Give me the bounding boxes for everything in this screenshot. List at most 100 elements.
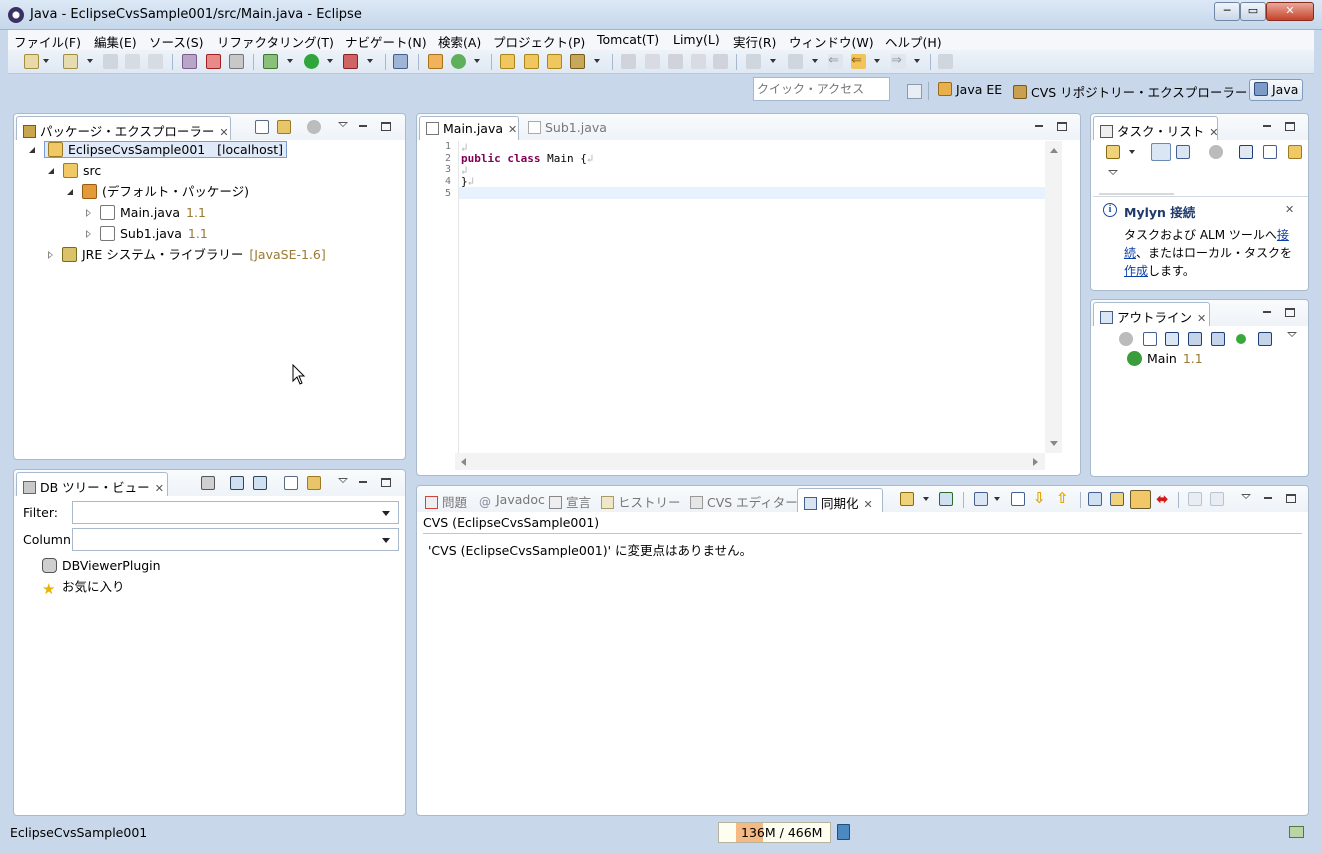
open-type-icon[interactable] — [500, 54, 515, 69]
block-selection-icon[interactable] — [668, 54, 683, 69]
highlight-icon[interactable] — [645, 54, 660, 69]
maximize-view-button[interactable] — [1285, 308, 1295, 317]
menu-refactor[interactable]: リファクタリング(T) — [217, 32, 334, 51]
menu-limy[interactable]: Limy(L) — [673, 32, 720, 47]
incoming-outgoing-mode-icon[interactable] — [1130, 490, 1151, 509]
minimize-view-button[interactable] — [357, 476, 369, 488]
external-tools-icon[interactable] — [343, 54, 358, 69]
collapse-icon[interactable] — [86, 209, 92, 217]
last-edit-icon[interactable]: ⇐ — [828, 54, 843, 69]
new-task-dropdown-icon[interactable] — [1129, 150, 1135, 154]
next-change-icon[interactable]: ⇩ — [1033, 489, 1046, 507]
minimize-button[interactable]: ─ — [1214, 2, 1240, 21]
previous-change-icon[interactable]: ⇧ — [1056, 489, 1069, 507]
menu-project[interactable]: プロジェクト(P) — [493, 32, 585, 51]
close-button[interactable]: ✕ — [1266, 2, 1314, 21]
commit-icon[interactable] — [1210, 492, 1224, 506]
maximize-editor-button[interactable] — [1057, 122, 1067, 131]
hide-local-types-icon[interactable] — [1258, 332, 1272, 346]
tab-history[interactable]: ヒストリー — [595, 488, 683, 512]
tab-task-list[interactable]: タスク・リスト ✕ — [1093, 116, 1218, 140]
tab-javadoc[interactable]: @ Javadoc — [473, 488, 545, 512]
external-tools-dropdown-icon[interactable] — [367, 59, 373, 63]
tab-outline[interactable]: アウトライン ✕ — [1093, 302, 1210, 326]
close-icon[interactable]: ✕ — [219, 126, 228, 139]
save-icon[interactable] — [103, 54, 118, 69]
tab-sub1-java[interactable]: Sub1.java — [522, 116, 612, 140]
link-icon[interactable] — [1288, 145, 1302, 159]
skip-breakpoints-icon[interactable] — [182, 54, 197, 69]
import-icon[interactable] — [230, 476, 244, 490]
synchronize-run-icon[interactable] — [900, 492, 914, 506]
new-dropdown-icon[interactable] — [43, 59, 49, 63]
link-with-editor-icon[interactable] — [277, 120, 291, 134]
view-menu-icon[interactable] — [1108, 170, 1118, 175]
pin-editor-icon[interactable] — [938, 54, 953, 69]
maximize-view-button[interactable] — [1285, 122, 1295, 131]
collapse-all-icon[interactable] — [284, 476, 298, 490]
conflicts-mode-icon[interactable]: ⬌ — [1156, 490, 1169, 508]
view-menu-icon[interactable] — [1241, 494, 1251, 499]
perspective-java[interactable]: Java — [1249, 79, 1304, 101]
code-area[interactable]: 1 2 3 4 5 ↲ public class Main {↲ ↲ }↲ — [435, 141, 1045, 453]
link-icon[interactable] — [307, 476, 321, 490]
menu-run[interactable]: 実行(R) — [733, 32, 776, 51]
tree-item-dbviewerplugin[interactable]: DBViewerPlugin — [42, 557, 161, 575]
minimize-view-button[interactable] — [1262, 492, 1274, 504]
new-class-dropdown-icon[interactable] — [474, 59, 480, 63]
minimize-view-button[interactable] — [1261, 120, 1273, 132]
menu-help[interactable]: ヘルプ(H) — [885, 32, 942, 51]
expand-icon[interactable] — [29, 147, 36, 154]
save-all-icon[interactable] — [125, 54, 140, 69]
tree-item-jre[interactable]: JRE システム・ライブラリー [JavaSE-1.6] — [48, 246, 326, 264]
filter-icon[interactable] — [1119, 332, 1133, 346]
search-dropdown-icon[interactable] — [594, 59, 600, 63]
scroll-left-icon[interactable] — [461, 458, 466, 466]
tree-item-main-java[interactable]: Main.java 1.1 — [86, 204, 206, 222]
quick-access-input[interactable] — [753, 77, 890, 101]
debug-icon[interactable] — [263, 54, 278, 69]
project-node[interactable]: EclipseCvsSample001 [localhost] — [44, 141, 288, 158]
new-package-icon[interactable] — [428, 54, 443, 69]
sort-icon[interactable] — [1165, 332, 1179, 346]
back-icon[interactable]: ⇐ — [851, 54, 866, 69]
hide-fields-icon[interactable] — [1188, 332, 1202, 346]
db-refresh-icon[interactable] — [201, 476, 215, 490]
menu-navigate[interactable]: ナビゲート(N) — [345, 32, 427, 51]
progress-icon[interactable] — [1289, 826, 1304, 838]
tree-item-default-package[interactable]: (デフォルト・パッケージ) — [67, 183, 249, 201]
collapse-all-icon[interactable] — [1143, 332, 1157, 346]
open-folder-icon[interactable] — [547, 54, 562, 69]
tab-cvs-editors[interactable]: CVS エディター — [684, 488, 798, 512]
create-task-link[interactable]: 作成 — [1124, 264, 1148, 278]
view-menu-icon[interactable] — [1287, 332, 1297, 337]
menu-source[interactable]: ソース(S) — [149, 32, 204, 51]
vertical-scrollbar[interactable] — [1045, 141, 1062, 453]
tree-item-project[interactable]: EclipseCvsSample001 [localhost] — [29, 141, 288, 159]
search-tool-icon[interactable] — [570, 54, 585, 69]
collapse-all-icon[interactable] — [1011, 492, 1025, 506]
menu-file[interactable]: ファイル(F) — [14, 32, 81, 51]
expand-icon[interactable] — [67, 189, 74, 196]
paragraph-icon[interactable] — [713, 54, 728, 69]
filter-combo[interactable] — [72, 501, 399, 524]
connect-link[interactable]: 接 — [1277, 228, 1289, 242]
tab-db-tree[interactable]: DB ツリー・ビュー ✕ — [16, 472, 168, 496]
open-task-icon[interactable] — [524, 54, 539, 69]
minimize-editor-button[interactable] — [1033, 120, 1045, 132]
maximize-button[interactable]: ▭ — [1240, 2, 1266, 21]
outgoing-mode-icon[interactable] — [1110, 492, 1124, 506]
layout-icon[interactable] — [974, 492, 988, 506]
scheduled-icon[interactable] — [1176, 145, 1190, 159]
forward-dropdown-icon[interactable] — [914, 59, 920, 63]
tree-item-src[interactable]: src — [48, 162, 101, 180]
next-annotation-dropdown-icon[interactable] — [770, 59, 776, 63]
layout-dropdown-icon[interactable] — [994, 497, 1000, 501]
update-icon[interactable] — [1188, 492, 1202, 506]
close-icon[interactable]: ✕ — [508, 123, 517, 136]
tab-synchronize[interactable]: 同期化 ✕ — [797, 488, 883, 512]
new-class-icon[interactable] — [451, 54, 466, 69]
toggle-icon[interactable] — [393, 54, 408, 69]
maximize-view-button[interactable] — [1286, 494, 1296, 503]
open-perspective-icon[interactable] — [907, 84, 922, 99]
